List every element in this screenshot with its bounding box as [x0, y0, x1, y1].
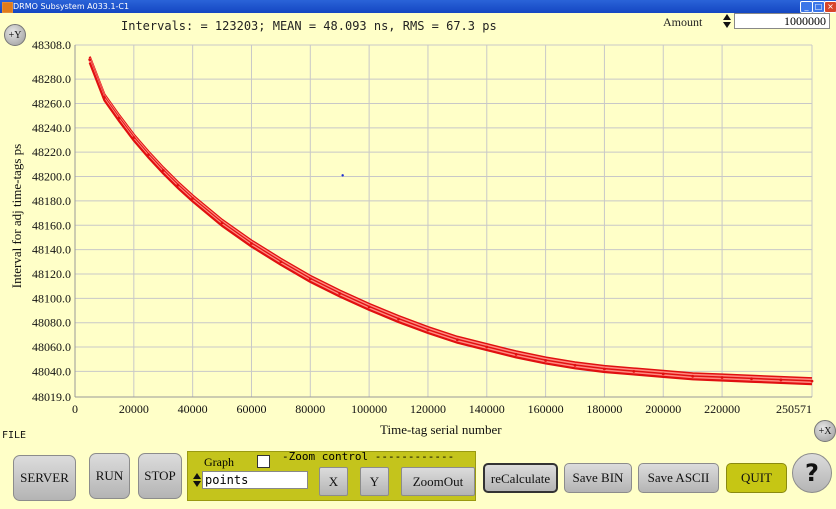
save-bin-button[interactable]: Save BIN — [564, 463, 632, 493]
x-tick-label: 200000 — [645, 402, 681, 416]
data-point — [88, 58, 92, 62]
data-point — [691, 374, 695, 378]
y-tick-label: 48080.0 — [32, 316, 71, 330]
x-axis-label: Time-tag serial number — [380, 422, 502, 437]
x-tick-label: 80000 — [295, 402, 325, 416]
x-tick-label: 40000 — [178, 402, 208, 416]
run-button[interactable]: RUN — [89, 453, 130, 499]
y-tick-label: 48120.0 — [32, 267, 71, 281]
y-tick-label: 48100.0 — [32, 291, 71, 305]
x-tick-label: 180000 — [586, 402, 622, 416]
data-point — [338, 292, 342, 295]
recalculate-button[interactable]: reCalculate — [483, 463, 558, 493]
zoom-out-button[interactable]: ZoomOut — [401, 467, 475, 496]
data-point — [455, 338, 459, 342]
zoom-y-axis-button[interactable]: Y — [360, 467, 389, 496]
y-tick-label: 48200.0 — [32, 170, 71, 184]
zoom-x-button[interactable]: +X — [814, 420, 836, 442]
stop-button[interactable]: STOP — [138, 453, 182, 499]
x-tick-label: 140000 — [469, 402, 505, 416]
y-tick-label: 48160.0 — [32, 218, 71, 232]
y-tick-label: 48308.0 — [32, 38, 71, 52]
graph-label: Graph — [204, 455, 234, 469]
data-point — [147, 153, 150, 157]
x-tick-label: 20000 — [119, 402, 149, 416]
data-point — [397, 317, 400, 321]
data-point — [573, 363, 577, 367]
data-point — [103, 95, 106, 99]
data-point — [426, 328, 430, 332]
data-point — [161, 169, 165, 172]
x-tick-label: 120000 — [410, 402, 446, 416]
x-tick-label: 220000 — [704, 402, 740, 416]
save-ascii-button[interactable]: Save ASCII — [638, 463, 719, 493]
data-point — [514, 352, 518, 356]
y-tick-label: 48140.0 — [32, 243, 71, 257]
outlier-point — [341, 174, 344, 177]
data-point — [632, 370, 636, 373]
data-point — [367, 305, 371, 309]
y-tick-label: 48040.0 — [32, 364, 71, 378]
data-point — [279, 260, 283, 264]
data-point — [485, 345, 489, 349]
y-tick-label: 48260.0 — [32, 96, 71, 110]
data-point — [308, 277, 312, 281]
plot-background — [75, 45, 812, 397]
server-button[interactable]: SERVER — [13, 455, 76, 501]
data-point — [117, 116, 121, 120]
x-tick-label: 60000 — [236, 402, 266, 416]
data-point — [132, 136, 136, 139]
graph-mode-spinner-icon[interactable] — [192, 472, 202, 488]
data-point — [750, 377, 753, 381]
quit-button[interactable]: QUIT — [726, 463, 787, 493]
data-point — [191, 197, 195, 200]
y-tick-label: 48240.0 — [32, 121, 71, 135]
help-button[interactable]: ? — [792, 453, 832, 493]
x-tick-label: 160000 — [528, 402, 564, 416]
data-point — [779, 378, 783, 382]
data-point — [250, 242, 253, 245]
data-point — [176, 183, 180, 187]
data-point — [661, 372, 665, 376]
data-point — [603, 367, 606, 371]
zoom-x-axis-button[interactable]: X — [319, 467, 348, 496]
data-point — [810, 379, 814, 383]
x-tick-label: 100000 — [351, 402, 387, 416]
data-point — [220, 221, 224, 225]
data-point — [544, 359, 548, 362]
data-point — [720, 376, 724, 379]
y-axis-label: Interval for adj time-tags ps — [9, 143, 24, 289]
graph-mode-select[interactable]: points — [202, 471, 308, 489]
zoom-control-title: -Zoom control ------------ — [282, 450, 455, 463]
y-tick-label: 48280.0 — [32, 72, 71, 86]
y-tick-label: 48220.0 — [32, 145, 71, 159]
graph-checkbox[interactable] — [257, 455, 270, 468]
y-tick-label: 48019.0 — [32, 390, 71, 404]
x-tick-label: 250571 — [776, 402, 812, 416]
y-tick-label: 48060.0 — [32, 340, 71, 354]
x-tick-label: 0 — [72, 402, 78, 416]
file-menu[interactable]: FILE — [2, 430, 26, 441]
data-points — [341, 174, 344, 177]
y-tick-label: 48180.0 — [32, 194, 71, 208]
